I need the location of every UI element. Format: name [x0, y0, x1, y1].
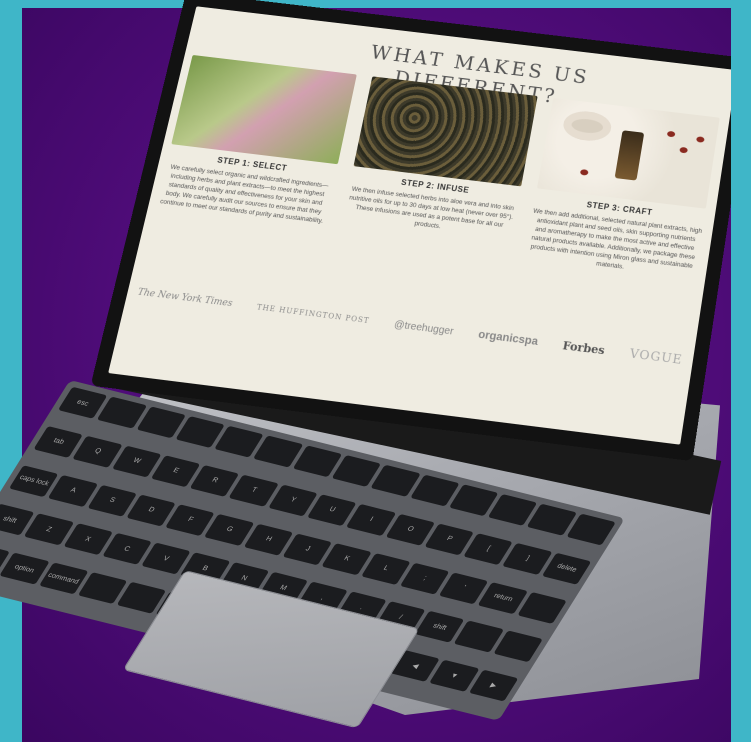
flower-photo: [171, 55, 357, 164]
seed-shape: [696, 136, 705, 143]
bottle-shape: [615, 130, 645, 180]
keyboard-key[interactable]: ▶: [469, 670, 519, 702]
step-card-select: STEP 1: SELECT We carefully select organ…: [157, 55, 357, 226]
seed-shape: [667, 131, 676, 138]
laptop-screen: WHAT MAKES US DIFFERENT? STEP 1: SELECT …: [108, 6, 737, 444]
press-logo: THE HUFFINGTON POST: [256, 303, 370, 325]
press-logo: Forbes: [562, 338, 606, 356]
teal-border: [731, 0, 751, 742]
seed-shape: [580, 169, 589, 176]
press-logo: @treehugger: [393, 319, 454, 337]
herbs-photo: [353, 76, 537, 186]
press-logo: The New York Times: [137, 288, 234, 310]
seed-shape: [679, 147, 688, 154]
step-card-craft: STEP 3: CRAFT We then add additional, se…: [524, 98, 720, 281]
press-logos: The New York Times THE HUFFINGTON POST @…: [136, 286, 684, 367]
product-photo: [537, 98, 720, 209]
keyboard-key[interactable]: [517, 592, 567, 624]
keyboard-key[interactable]: [493, 631, 543, 663]
press-logo: VOGUE: [629, 346, 684, 367]
keyboard-key[interactable]: [566, 513, 616, 545]
keyboard-key[interactable]: delete: [542, 553, 592, 585]
bowl-shape: [561, 109, 613, 143]
step-card-infuse: STEP 2: INFUSE We then infuse selected h…: [342, 76, 537, 240]
press-logo: organicspa: [477, 329, 539, 348]
